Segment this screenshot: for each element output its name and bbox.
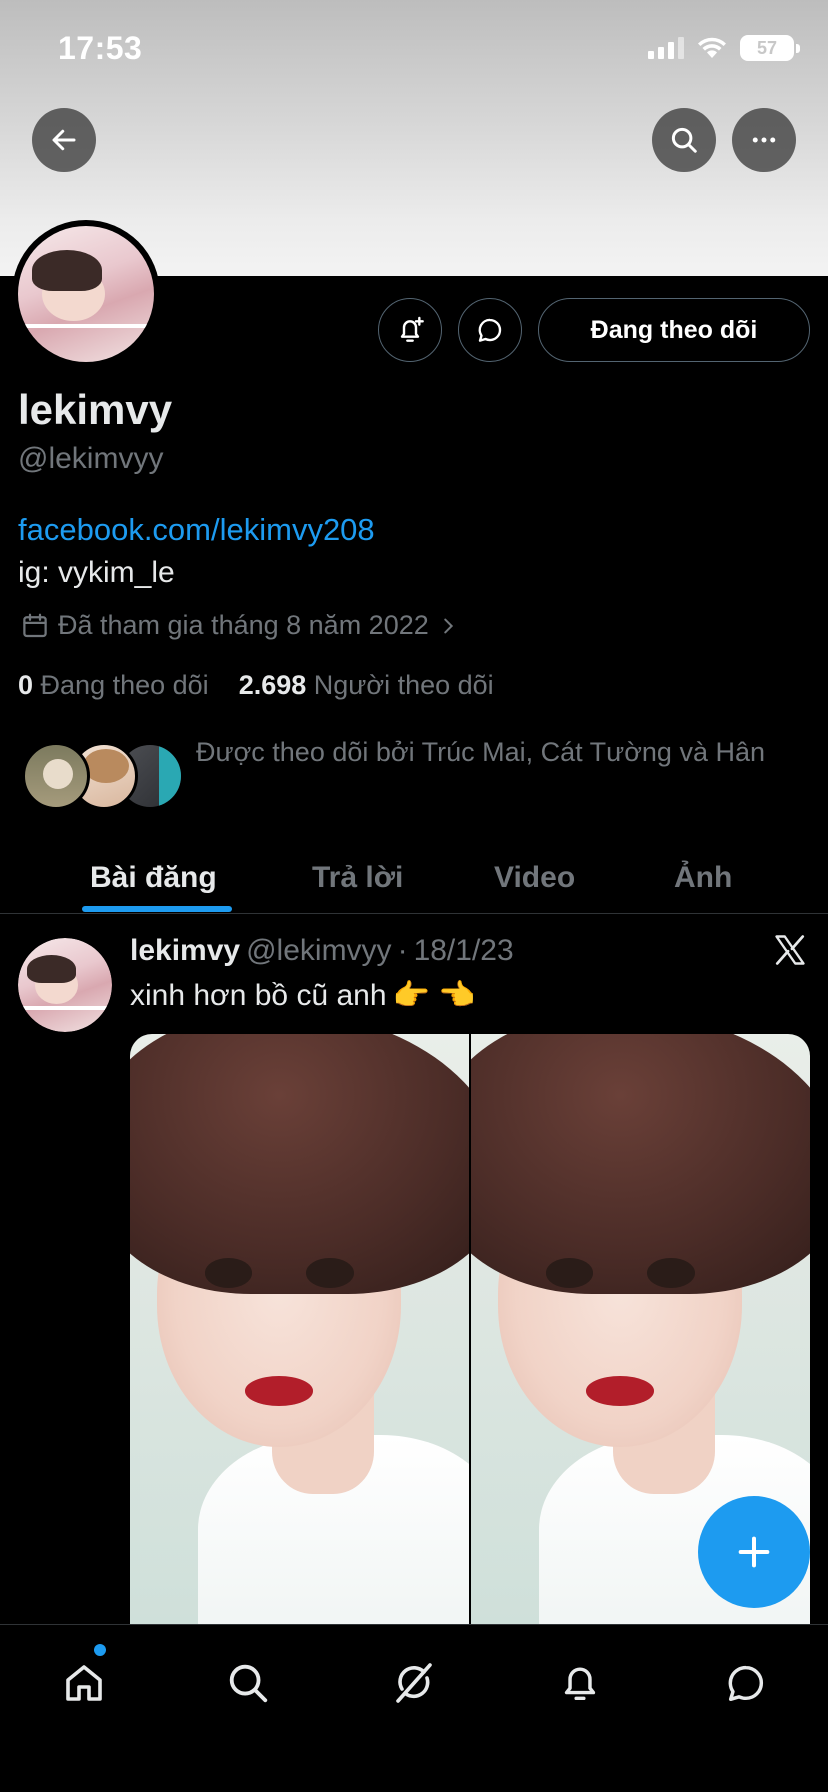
nav-home[interactable] xyxy=(54,1653,114,1713)
nav-messages[interactable] xyxy=(716,1653,776,1713)
joined-date[interactable]: Đã tham gia tháng 8 năm 2022 xyxy=(20,610,459,641)
followers-count: 2.698 xyxy=(238,670,307,700)
tweet-text-content: xinh hơn bồ cũ anh xyxy=(130,978,387,1012)
followers-link[interactable]: 2.698 Người theo dõi xyxy=(239,670,494,701)
tweet-avatar-image xyxy=(18,938,112,1032)
tweet-header: lekimvy @lekimvyy · 18/1/23 xyxy=(130,934,514,968)
active-tab-indicator xyxy=(82,906,232,912)
plus-icon xyxy=(738,1536,770,1568)
tweet-emojis: 👉 👈 xyxy=(392,979,476,1012)
calendar-icon xyxy=(23,613,47,637)
compose-button[interactable] xyxy=(698,1496,810,1608)
status-icons: 57 xyxy=(648,34,800,62)
chevron-right-icon xyxy=(443,618,453,633)
tab-posts[interactable]: Bài đăng xyxy=(90,842,217,914)
profile-bio: ig: vykim_le xyxy=(18,556,175,589)
notify-button[interactable] xyxy=(378,298,442,362)
tweet-author-handle[interactable]: @lekimvyy xyxy=(246,934,391,968)
bell-plus-icon xyxy=(400,316,424,342)
message-button[interactable] xyxy=(458,298,522,362)
tweet-author-name[interactable]: lekimvy xyxy=(130,934,240,968)
search-icon xyxy=(671,127,697,153)
battery-icon: 57 xyxy=(740,35,800,61)
follow-counts: 0 Đang theo dõi 2.698 Người theo dõi xyxy=(18,670,494,701)
home-notification-dot xyxy=(94,1644,106,1656)
bottom-nav xyxy=(0,1624,828,1792)
tab-photos[interactable]: Ảnh xyxy=(674,842,732,914)
followed-by-text[interactable]: Được theo dõi bởi Trúc Mai, Cát Tường và… xyxy=(196,732,796,772)
following-count: 0 xyxy=(18,670,34,700)
message-icon xyxy=(478,318,502,342)
tweet-photo[interactable] xyxy=(130,1034,469,1624)
profile-avatar[interactable] xyxy=(12,220,160,368)
tweet-avatar[interactable] xyxy=(18,938,112,1032)
followers-label: Người theo dõi xyxy=(313,670,494,700)
message-icon xyxy=(728,1665,763,1702)
profile-name: lekimvy xyxy=(18,386,173,433)
nav-grok[interactable] xyxy=(384,1653,444,1713)
x-logo-icon[interactable] xyxy=(772,932,808,968)
avatar-image xyxy=(18,226,154,362)
joined-text: Đã tham gia tháng 8 năm 2022 xyxy=(58,610,429,640)
profile-handle: @lekimvyy xyxy=(18,442,164,475)
following-button[interactable]: Đang theo dõi xyxy=(538,298,810,362)
tweet-date[interactable]: 18/1/23 xyxy=(414,934,514,968)
profile-link[interactable]: facebook.com/lekimvy208 xyxy=(18,512,375,548)
nav-search[interactable] xyxy=(218,1653,278,1713)
following-link[interactable]: 0 Đang theo dõi xyxy=(18,670,209,701)
home-icon xyxy=(66,1665,102,1701)
tweet-text: xinh hơn bồ cũ anh 👉 👈 xyxy=(130,978,476,1013)
tweet-separator: · xyxy=(397,934,408,967)
signal-icon xyxy=(648,37,684,59)
follower-avatar xyxy=(22,742,90,810)
tab-replies[interactable]: Trả lời xyxy=(312,842,403,914)
search-button[interactable] xyxy=(652,108,716,172)
status-time: 17:53 xyxy=(58,30,143,66)
more-button[interactable] xyxy=(732,108,796,172)
search-icon xyxy=(229,1664,268,1703)
arrow-left-icon xyxy=(52,129,76,151)
more-icon xyxy=(752,137,776,143)
battery-level: 57 xyxy=(756,37,778,58)
back-button[interactable] xyxy=(32,108,96,172)
grok-icon xyxy=(396,1663,432,1703)
following-label: Đang theo dõi xyxy=(40,670,209,700)
profile-tabs: Bài đăng Trả lời Video Ảnh xyxy=(0,842,828,914)
wifi-icon xyxy=(698,37,726,58)
tab-video[interactable]: Video xyxy=(494,842,575,914)
bell-icon xyxy=(564,1667,596,1701)
nav-notifications[interactable] xyxy=(550,1653,610,1713)
